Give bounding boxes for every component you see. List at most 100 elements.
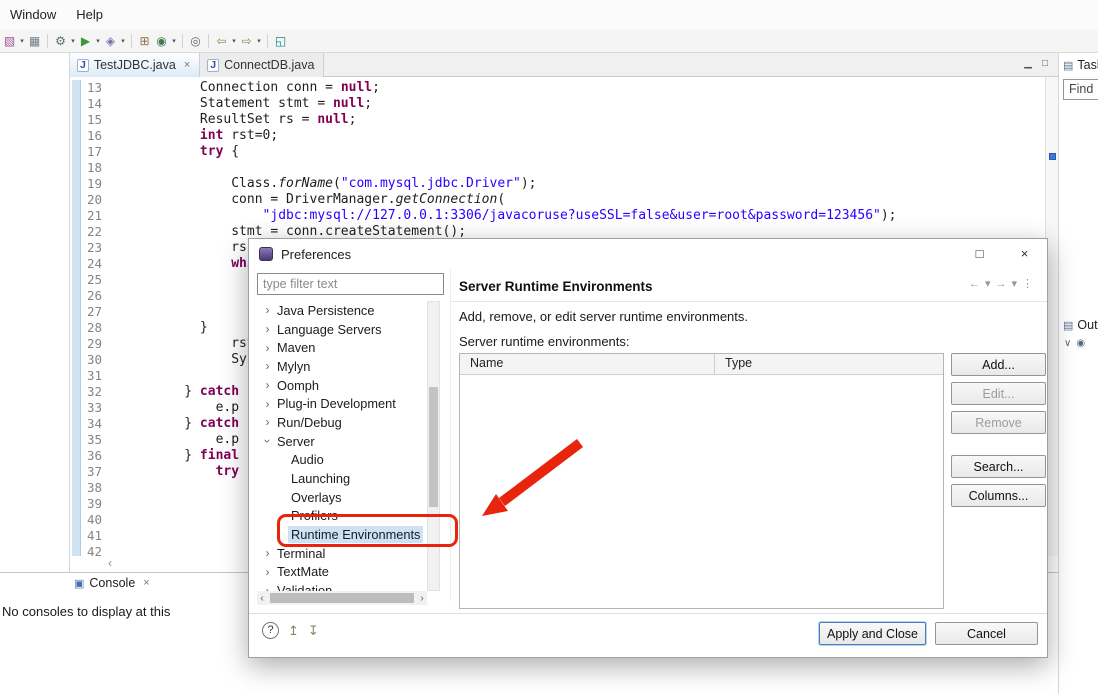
forward-menu-icon[interactable]: ▾ bbox=[1011, 277, 1017, 290]
maximize-icon[interactable]: □ bbox=[1042, 58, 1048, 76]
column-header-name[interactable]: Name bbox=[460, 354, 715, 374]
tree-item-audio[interactable]: Audio bbox=[257, 451, 426, 470]
tree-item-server[interactable]: ›Server bbox=[257, 432, 426, 451]
main-toolbar: ▧▾▦⚙▾▶▾◈▾⊞◉▾◎⇦▾⇨▾◱ bbox=[0, 30, 1098, 53]
task-view-header[interactable]: ▤ Task bbox=[1059, 53, 1098, 72]
scrollbar-thumb[interactable] bbox=[429, 387, 438, 507]
menu-item-help[interactable]: Help bbox=[76, 7, 103, 22]
editor-tab-connectdb-java[interactable]: JConnectDB.java bbox=[200, 53, 324, 77]
dialog-title-bar[interactable]: Preferences □× bbox=[249, 239, 1047, 269]
outline-toolbar: ∨◉ bbox=[1059, 332, 1098, 349]
focus-icon[interactable]: ◉ bbox=[1076, 338, 1085, 349]
chevron-collapsed-icon[interactable]: › bbox=[261, 415, 274, 429]
chevron-down-icon[interactable]: ∨ bbox=[1064, 338, 1071, 349]
tree-horizontal-scrollbar[interactable]: ‹ › bbox=[257, 591, 427, 605]
search-button[interactable]: Search... bbox=[951, 455, 1046, 478]
tree-item-overlays[interactable]: Overlays bbox=[257, 488, 426, 507]
tree-item-label: Language Servers bbox=[274, 321, 385, 338]
back-icon[interactable]: ← bbox=[969, 278, 980, 290]
new-class-icon[interactable]: ◉ bbox=[153, 34, 170, 48]
server-table-header: NameType bbox=[460, 354, 943, 375]
chevron-collapsed-icon[interactable]: › bbox=[261, 341, 274, 355]
tree-item-oomph[interactable]: ›Oomph bbox=[257, 376, 426, 395]
maximize-icon[interactable]: □ bbox=[957, 239, 1002, 269]
code-line: Statement stmt = null; bbox=[106, 96, 1045, 112]
new-wizard-icon[interactable]: ▧ bbox=[1, 34, 18, 48]
dropdown-caret-icon[interactable]: ▾ bbox=[69, 37, 77, 45]
tree-item-run-debug[interactable]: ›Run/Debug bbox=[257, 413, 426, 432]
scroll-right-icon[interactable]: › bbox=[417, 593, 427, 604]
debug-icon[interactable]: ⚙ bbox=[52, 34, 69, 48]
dialog-window-controls: □× bbox=[957, 239, 1047, 269]
scrollbar-thumb[interactable] bbox=[270, 593, 414, 603]
task-find-field[interactable]: Find bbox=[1063, 79, 1098, 100]
outline-view: ▤ Out ∨◉ bbox=[1059, 313, 1098, 349]
dropdown-caret-icon[interactable]: ▾ bbox=[170, 37, 178, 45]
minimize-icon[interactable]: ▁ bbox=[1024, 58, 1032, 76]
column-header-type[interactable]: Type bbox=[715, 354, 943, 374]
preferences-tree[interactable]: ›Java Persistence›Language Servers›Maven… bbox=[257, 301, 426, 591]
chevron-collapsed-icon[interactable]: › bbox=[261, 322, 274, 336]
dropdown-caret-icon[interactable]: ▾ bbox=[94, 37, 102, 45]
chevron-collapsed-icon[interactable]: › bbox=[261, 303, 274, 317]
editor-tab-testjdbc-java[interactable]: JTestJDBC.java× bbox=[70, 53, 200, 77]
code-line bbox=[106, 160, 1045, 176]
console-tab[interactable]: ▣ Console × bbox=[74, 576, 150, 590]
remove-button[interactable]: Remove bbox=[951, 411, 1046, 434]
tree-item-label: Java Persistence bbox=[274, 302, 377, 319]
add-button[interactable]: Add... bbox=[951, 353, 1046, 376]
menu-item-window[interactable]: Window bbox=[10, 7, 56, 22]
dropdown-caret-icon[interactable]: ▾ bbox=[18, 37, 26, 45]
open-task-icon[interactable]: ◱ bbox=[272, 34, 289, 48]
outline-view-title: Out bbox=[1077, 318, 1097, 332]
scroll-left-icon[interactable]: ‹ bbox=[257, 593, 267, 604]
back-menu-icon[interactable]: ▾ bbox=[985, 277, 991, 290]
help-icon[interactable]: ? bbox=[262, 622, 279, 639]
new-java-project-icon[interactable]: ⊞ bbox=[136, 34, 153, 48]
export-preferences-icon[interactable]: ↥ bbox=[288, 623, 299, 639]
chevron-collapsed-icon[interactable]: › bbox=[261, 378, 274, 392]
tree-vertical-scrollbar[interactable] bbox=[427, 301, 440, 591]
back-icon[interactable]: ⇦ bbox=[213, 34, 230, 48]
close-icon[interactable]: × bbox=[1002, 239, 1047, 269]
tree-item-validation[interactable]: ›Validation bbox=[257, 581, 426, 591]
tree-item-plug-in-development[interactable]: ›Plug-in Development bbox=[257, 394, 426, 413]
save-icon[interactable]: ▦ bbox=[26, 34, 43, 48]
tree-item-label: Audio bbox=[288, 451, 327, 468]
columns-button[interactable]: Columns... bbox=[951, 484, 1046, 507]
scroll-left-icon[interactable]: ‹ bbox=[108, 556, 112, 570]
run-icon[interactable]: ▶ bbox=[77, 34, 94, 48]
dropdown-caret-icon[interactable]: ▾ bbox=[230, 37, 238, 45]
close-icon[interactable]: × bbox=[184, 59, 190, 71]
cancel-button[interactable]: Cancel bbox=[935, 622, 1038, 645]
tree-item-mylyn[interactable]: ›Mylyn bbox=[257, 357, 426, 376]
chevron-collapsed-icon[interactable]: › bbox=[261, 359, 274, 373]
tree-item-maven[interactable]: ›Maven bbox=[257, 338, 426, 357]
close-icon[interactable]: × bbox=[143, 577, 149, 589]
edit-button[interactable]: Edit... bbox=[951, 382, 1046, 405]
tree-item-language-servers[interactable]: ›Language Servers bbox=[257, 320, 426, 339]
import-preferences-icon[interactable]: ↧ bbox=[308, 623, 319, 639]
task-view-title: Task bbox=[1077, 58, 1098, 72]
tree-item-java-persistence[interactable]: ›Java Persistence bbox=[257, 301, 426, 320]
chevron-collapsed-icon[interactable]: › bbox=[261, 546, 274, 560]
menu-bar: Window Help bbox=[0, 0, 1098, 30]
console-tab-label: Console bbox=[89, 576, 135, 590]
chevron-expanded-icon[interactable]: › bbox=[261, 435, 275, 448]
run-tool-icon[interactable]: ◈ bbox=[102, 34, 119, 48]
forward-icon[interactable]: ⇨ bbox=[238, 34, 255, 48]
chevron-collapsed-icon[interactable]: › bbox=[261, 397, 274, 411]
dropdown-caret-icon[interactable]: ▾ bbox=[255, 37, 263, 45]
view-menu-icon[interactable]: ⋮ bbox=[1022, 277, 1033, 290]
forward-icon[interactable]: → bbox=[995, 278, 1006, 290]
chevron-collapsed-icon[interactable]: › bbox=[261, 565, 274, 579]
filter-input[interactable] bbox=[257, 273, 444, 295]
chevron-collapsed-icon[interactable]: › bbox=[261, 584, 274, 591]
tree-item-label: Maven bbox=[274, 339, 318, 356]
tree-item-launching[interactable]: Launching bbox=[257, 469, 426, 488]
apply-and-close-button[interactable]: Apply and Close bbox=[819, 622, 926, 645]
dropdown-caret-icon[interactable]: ▾ bbox=[119, 37, 127, 45]
search-icon[interactable]: ◎ bbox=[187, 34, 204, 48]
outline-view-header[interactable]: ▤ Out bbox=[1059, 313, 1098, 332]
tree-item-textmate[interactable]: ›TextMate bbox=[257, 563, 426, 582]
